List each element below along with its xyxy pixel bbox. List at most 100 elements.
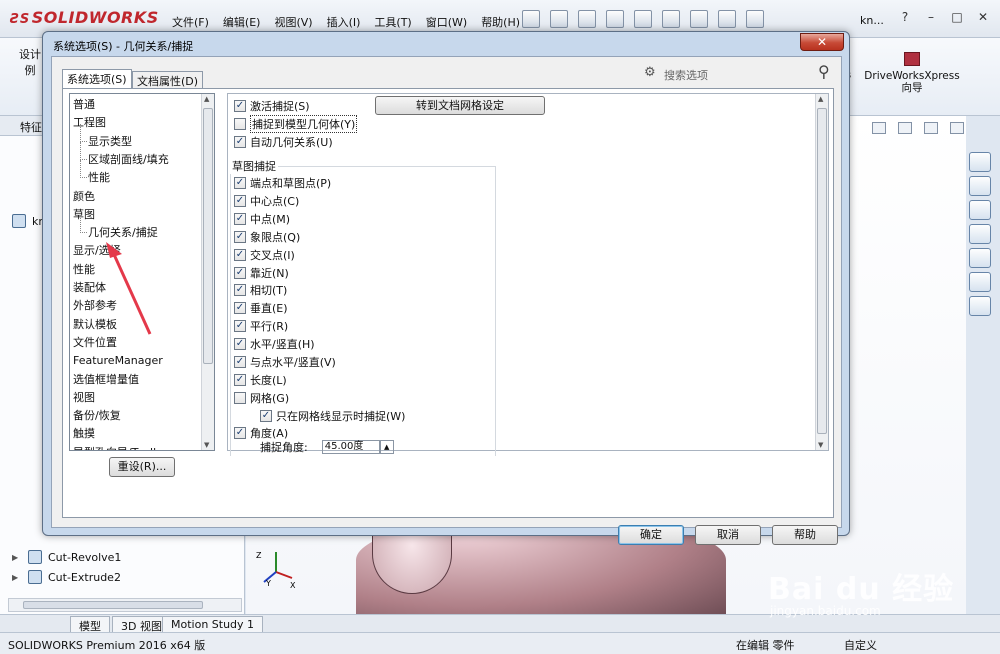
category-item[interactable]: 显示类型 bbox=[80, 123, 132, 150]
appearances-icon[interactable] bbox=[969, 248, 991, 268]
checkbox-icon[interactable] bbox=[234, 391, 246, 404]
search-options[interactable]: ⚙ 搜索选项 ⚲ bbox=[644, 62, 836, 84]
tab-system-options[interactable]: 系统选项(S) bbox=[62, 69, 132, 88]
option-checkbox[interactable]: ✓ 象限点(Q) bbox=[234, 229, 300, 245]
category-item[interactable]: 触摸 bbox=[73, 425, 95, 442]
scroll-up-icon[interactable]: ▲ bbox=[204, 95, 209, 103]
scroll-down-icon[interactable]: ▼ bbox=[818, 441, 823, 449]
maximize-view-icon[interactable] bbox=[950, 122, 964, 134]
scroll-thumb[interactable] bbox=[23, 601, 203, 609]
menu-item[interactable]: 编辑(E) bbox=[223, 14, 261, 30]
checkbox-icon[interactable]: ✓ bbox=[234, 356, 246, 368]
options-scrollbar[interactable]: ▲ ▼ bbox=[815, 94, 828, 450]
print-icon[interactable] bbox=[606, 10, 624, 28]
menu-item[interactable]: 文件(F) bbox=[172, 14, 209, 30]
open-file-icon[interactable] bbox=[550, 10, 568, 28]
category-scrollbar[interactable]: ▲ ▼ bbox=[201, 94, 214, 450]
next-view-icon[interactable] bbox=[898, 122, 912, 134]
select-icon[interactable] bbox=[662, 10, 680, 28]
category-item[interactable]: FeatureManager bbox=[73, 352, 163, 369]
option-checkbox[interactable]: ✓ 水平/竖直(H) bbox=[234, 336, 315, 352]
help-button[interactable]: 帮助 bbox=[772, 525, 838, 545]
option-checkbox[interactable]: ✓ 垂直(E) bbox=[234, 300, 288, 316]
ok-button[interactable]: 确定 bbox=[618, 525, 684, 545]
checkbox-icon[interactable]: ✓ bbox=[234, 373, 246, 386]
menu-item[interactable]: 工具(T) bbox=[374, 14, 411, 30]
option-checkbox[interactable]: ✓ 交叉点(I) bbox=[234, 247, 295, 263]
close-window-icon[interactable]: ✕ bbox=[974, 10, 992, 26]
tree-horizontal-scrollbar[interactable] bbox=[8, 598, 242, 612]
checkbox-icon[interactable]: ✓ bbox=[234, 177, 246, 189]
tree-item-part[interactable]: kn bbox=[12, 214, 45, 228]
menu-item[interactable]: 帮助(H) bbox=[481, 14, 520, 30]
snap-angle-input[interactable]: 45.00度 bbox=[321, 440, 380, 454]
options-gear-icon[interactable] bbox=[746, 10, 764, 28]
scroll-up-icon[interactable]: ▲ bbox=[818, 95, 823, 103]
scroll-thumb[interactable] bbox=[817, 108, 827, 434]
category-item[interactable]: 装配体 bbox=[73, 279, 106, 296]
option-checkbox[interactable]: 捕捉到模型几何体(Y) bbox=[234, 115, 358, 133]
goto-grid-settings-button[interactable]: 转到文档网格设定 bbox=[375, 96, 545, 115]
expand-icon[interactable]: ▶ bbox=[12, 573, 22, 582]
checkbox-icon[interactable]: ✓ bbox=[234, 427, 246, 439]
category-item[interactable]: 默认模板 bbox=[73, 316, 117, 333]
checkbox-icon[interactable]: ✓ bbox=[234, 284, 246, 297]
option-checkbox[interactable]: ✓ 只在网格线显示时捕捉(W) bbox=[260, 408, 405, 424]
category-item[interactable]: 选值框增量值 bbox=[73, 371, 139, 388]
category-item[interactable]: 外部参考 bbox=[73, 297, 117, 314]
option-checkbox[interactable]: ✓ 长度(L) bbox=[234, 372, 287, 388]
driveworks-button[interactable]: DriveWorksXpress 向导 bbox=[864, 52, 960, 94]
option-checkbox[interactable]: ✓ 中心点(C) bbox=[234, 193, 299, 209]
maximize-icon[interactable]: □ bbox=[948, 10, 966, 26]
menu-item[interactable]: 窗口(W) bbox=[426, 14, 467, 30]
category-item[interactable]: 几何关系/捕捉 bbox=[80, 215, 158, 241]
option-checkbox[interactable]: ✓ 平行(R) bbox=[234, 318, 288, 334]
restore-icon[interactable] bbox=[924, 122, 938, 134]
checkbox-icon[interactable]: ✓ bbox=[234, 212, 246, 225]
spinner-icon[interactable]: ▲ bbox=[379, 440, 394, 454]
close-icon[interactable]: ✕ bbox=[800, 33, 844, 51]
option-checkbox[interactable]: ✓ 自动几何关系(U) bbox=[234, 134, 333, 150]
category-item[interactable]: 普通 bbox=[73, 96, 95, 113]
category-item[interactable]: 工程图 bbox=[73, 114, 106, 131]
tree-item-cut-revolve[interactable]: ▶ Cut-Revolve1 bbox=[12, 550, 121, 564]
category-item[interactable]: 颜色 bbox=[73, 188, 95, 205]
scroll-down-icon[interactable]: ▼ bbox=[204, 441, 209, 449]
rebuild-icon[interactable] bbox=[690, 10, 708, 28]
option-checkbox[interactable]: 网格(G) bbox=[234, 390, 289, 406]
category-item[interactable]: 视图 bbox=[73, 389, 95, 406]
reset-button[interactable]: 重设(R)... bbox=[109, 457, 175, 477]
minimize-icon[interactable]: – bbox=[922, 10, 940, 26]
undo-icon[interactable] bbox=[634, 10, 652, 28]
category-item[interactable]: 显示/选择 bbox=[73, 242, 121, 259]
option-checkbox[interactable]: ✓ 相切(T) bbox=[234, 282, 287, 298]
checkbox-icon[interactable]: ✓ bbox=[234, 248, 246, 261]
category-item[interactable]: 性能 bbox=[80, 160, 110, 186]
user-name[interactable]: kn... bbox=[860, 14, 884, 27]
menu-item[interactable]: 插入(I) bbox=[327, 14, 361, 30]
option-checkbox[interactable]: ✓ 中点(M) bbox=[234, 211, 290, 227]
category-item[interactable]: 异型孔向导/Toolbox bbox=[73, 444, 173, 450]
checkbox-icon[interactable]: ✓ bbox=[234, 266, 246, 279]
checkbox-icon[interactable]: ✓ bbox=[234, 230, 246, 243]
checkbox-icon[interactable]: ✓ bbox=[234, 194, 246, 207]
tab-motion-study[interactable]: Motion Study 1 bbox=[162, 616, 264, 633]
prev-view-icon[interactable] bbox=[872, 122, 886, 134]
checkbox-icon[interactable]: ✓ bbox=[234, 320, 246, 333]
checkbox-icon[interactable]: ✓ bbox=[260, 410, 272, 422]
design-library-icon[interactable] bbox=[969, 176, 991, 196]
category-item[interactable]: 性能 bbox=[73, 261, 95, 278]
checkbox-icon[interactable] bbox=[234, 118, 246, 130]
custom-properties-icon[interactable] bbox=[969, 272, 991, 292]
checkbox-icon[interactable]: ✓ bbox=[234, 100, 246, 112]
category-item[interactable]: 区域剖面线/填充 bbox=[80, 141, 169, 168]
option-checkbox[interactable]: ✓ 激活捕捉(S) bbox=[234, 98, 310, 114]
home-icon[interactable] bbox=[969, 152, 991, 172]
view-palette-icon[interactable] bbox=[969, 224, 991, 244]
status-units[interactable]: 自定义 bbox=[844, 637, 877, 653]
checkbox-icon[interactable]: ✓ bbox=[234, 136, 246, 148]
tab-document-properties[interactable]: 文档属性(D) bbox=[132, 71, 204, 88]
help-question-icon[interactable]: ? bbox=[896, 10, 914, 26]
search-icon[interactable]: ⚲ bbox=[818, 62, 830, 81]
search-placeholder[interactable]: 搜索选项 bbox=[664, 67, 708, 83]
